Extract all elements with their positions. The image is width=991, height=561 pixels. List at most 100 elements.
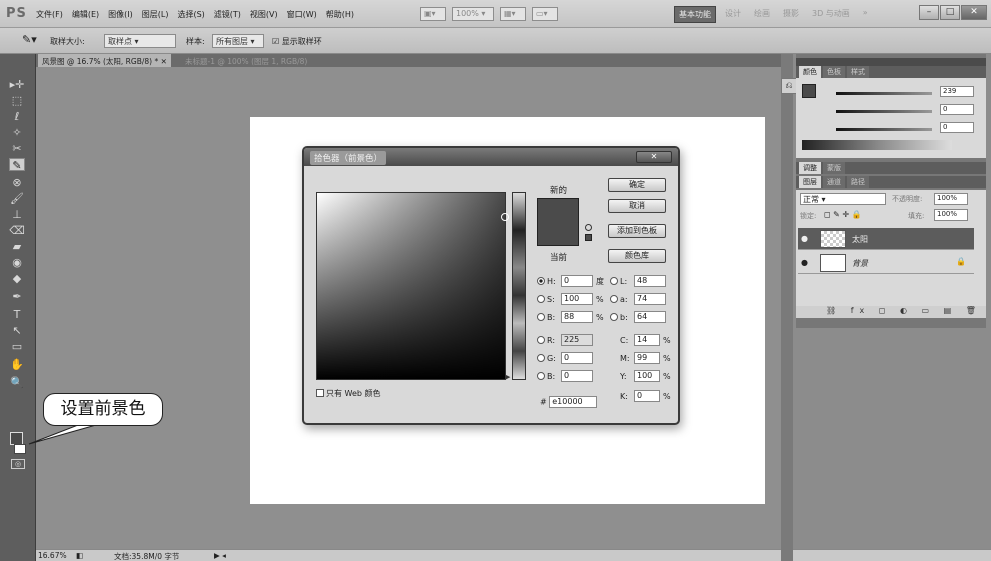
web-safe-icon[interactable] [585, 234, 592, 241]
hex-field[interactable]: # e10000 [540, 396, 598, 408]
status-zoom[interactable]: 16.67% [38, 551, 67, 560]
maximize-button[interactable]: □ [940, 5, 960, 20]
dodge-tool-icon[interactable]: ◆ [9, 272, 25, 285]
layer-row[interactable]: ● 太阳 [798, 228, 974, 250]
tab-layers[interactable]: 图层 [799, 176, 821, 188]
sample-select[interactable]: 所有图层 ▾ [212, 34, 264, 48]
green-value[interactable]: 0 [940, 104, 974, 115]
zoom-level-dropdown[interactable]: 100% ▾ [452, 7, 494, 21]
magenta-field[interactable]: M: 99% [620, 352, 671, 366]
green-slider[interactable]: 0 [836, 104, 976, 116]
lab-l-radio[interactable] [610, 276, 618, 285]
tab-styles[interactable]: 样式 [847, 66, 869, 78]
sample-size-select[interactable]: 取样点 ▾ [104, 34, 176, 48]
background-color-swatch[interactable] [14, 444, 26, 454]
move-tool-icon[interactable]: ▸✛ [9, 78, 25, 91]
crop-tool-icon[interactable]: ✂ [9, 142, 25, 155]
close-window-button[interactable]: ✕ [961, 5, 987, 20]
red-slider[interactable]: 239 [836, 86, 976, 98]
lasso-tool-icon[interactable]: ℓ [9, 110, 25, 123]
menu-view[interactable]: 视图(V) [250, 9, 278, 20]
lab-a-field[interactable]: a: 74 [610, 293, 666, 307]
layer-name[interactable]: 太阳 [852, 234, 868, 245]
tab-paths[interactable]: 路径 [847, 176, 869, 188]
tab-color[interactable]: 颜色 [799, 66, 821, 78]
menu-help[interactable]: 帮助(H) [326, 9, 354, 20]
hue-slider[interactable] [512, 192, 526, 380]
bridge-button[interactable]: ▣▾ [420, 7, 446, 21]
brightness-field[interactable]: B: 88% [537, 311, 604, 325]
eyedropper-tool-icon[interactable]: ✎▾ [22, 33, 37, 46]
tab-adjustments[interactable]: 调整 [799, 162, 821, 174]
tab-masks[interactable]: 蒙版 [823, 162, 845, 174]
brush-tool-icon[interactable]: 🖌 [9, 192, 25, 205]
status-menu-arrow-icon[interactable]: ▶ ◂ [214, 551, 226, 560]
layer-row[interactable]: ● 背景 🔒 [798, 252, 974, 274]
menu-select[interactable]: 选择(S) [177, 9, 204, 20]
workspace-3d[interactable]: 3D 与动画 [808, 6, 854, 23]
blur-tool-icon[interactable]: ◉ [9, 256, 25, 269]
lab-b-field[interactable]: b: 64 [610, 311, 666, 325]
path-select-tool-icon[interactable]: ↖ [9, 324, 25, 337]
red-value[interactable]: 239 [940, 86, 974, 97]
minimize-button[interactable]: – [919, 5, 939, 20]
history-panel-icon[interactable]: ⎌ [781, 78, 797, 94]
color-field[interactable] [316, 192, 509, 380]
gamut-warning-icon[interactable] [585, 224, 592, 231]
quick-mask-button[interactable]: ◎ [11, 459, 25, 469]
close-icon[interactable]: ✕ [636, 151, 672, 163]
saturation-radio[interactable] [537, 294, 545, 303]
shape-tool-icon[interactable]: ▭ [9, 340, 25, 353]
checkbox-box[interactable] [316, 389, 324, 397]
stamp-tool-icon[interactable]: ⊥ [9, 208, 25, 221]
hand-tool-icon[interactable]: ✋ [9, 358, 25, 371]
red-radio[interactable] [537, 335, 545, 344]
healing-tool-icon[interactable]: ⊗ [9, 176, 25, 189]
workspace-more[interactable]: » [859, 6, 872, 23]
blend-mode-select[interactable]: 正常 ▾ [800, 193, 886, 205]
add-to-swatches-button[interactable]: 添加到色板 [608, 224, 666, 238]
hue-slider-arrow-icon[interactable]: ▶ [505, 373, 510, 381]
quick-select-tool-icon[interactable]: ✧ [9, 126, 25, 139]
workspace-painting[interactable]: 绘画 [750, 6, 774, 23]
current-color-swatch[interactable] [537, 222, 579, 246]
visibility-eye-icon[interactable]: ● [801, 234, 811, 244]
marquee-tool-icon[interactable]: ⬚ [9, 94, 25, 107]
zoom-tool-icon[interactable]: 🔍 [9, 376, 25, 389]
workspace-photography[interactable]: 摄影 [779, 6, 803, 23]
red-field[interactable]: R: 225 [537, 334, 593, 348]
brightness-radio[interactable] [537, 312, 545, 321]
tab-document-active[interactable]: 风景图 @ 16.7% (太阳, RGB/8) * ✕ [38, 54, 171, 67]
tab-document-inactive[interactable]: 未标题-1 @ 100% (图层 1, RGB/8) [181, 54, 311, 67]
pen-tool-icon[interactable]: ✒ [9, 290, 25, 303]
hue-radio[interactable] [537, 276, 545, 285]
menu-filter[interactable]: 滤镜(T) [214, 9, 241, 20]
tab-swatches[interactable]: 色板 [823, 66, 845, 78]
cancel-button[interactable]: 取消 [608, 199, 666, 213]
color-ramp[interactable] [802, 140, 952, 150]
cyan-field[interactable]: C: 14% [620, 334, 671, 348]
yellow-field[interactable]: Y: 100% [620, 370, 671, 384]
blue-value[interactable]: 0 [940, 122, 974, 133]
menu-image[interactable]: 图像(I) [108, 9, 133, 20]
color-libraries-button[interactable]: 颜色库 [608, 249, 666, 263]
web-colors-only-checkbox[interactable]: 只有 Web 颜色 [316, 388, 381, 399]
menu-window[interactable]: 窗口(W) [287, 9, 317, 20]
gradient-tool-icon[interactable]: ▰ [9, 240, 25, 253]
blue-radio[interactable] [537, 371, 545, 380]
workspace-essentials[interactable]: 基本功能 [674, 6, 716, 23]
hue-field[interactable]: H: 0 度 [537, 275, 604, 289]
color-field-marker[interactable] [501, 213, 509, 221]
tab-channels[interactable]: 通道 [823, 176, 845, 188]
eraser-tool-icon[interactable]: ⌫ [9, 224, 25, 237]
black-field[interactable]: K: 0% [620, 390, 671, 404]
green-radio[interactable] [537, 353, 545, 362]
layer-name[interactable]: 背景 [852, 258, 868, 269]
menu-layer[interactable]: 图层(L) [142, 9, 169, 20]
fill-field[interactable]: 100% [934, 209, 968, 221]
panel-foreground-swatch[interactable] [802, 84, 816, 98]
dialog-title-bar[interactable]: 拾色器（前景色） ✕ [304, 148, 678, 166]
lock-icons[interactable]: ◻ ✎ ✛ 🔒 [824, 210, 862, 219]
arrange-docs-button[interactable]: ▦▾ [500, 7, 526, 21]
lab-l-field[interactable]: L: 48 [610, 275, 666, 289]
